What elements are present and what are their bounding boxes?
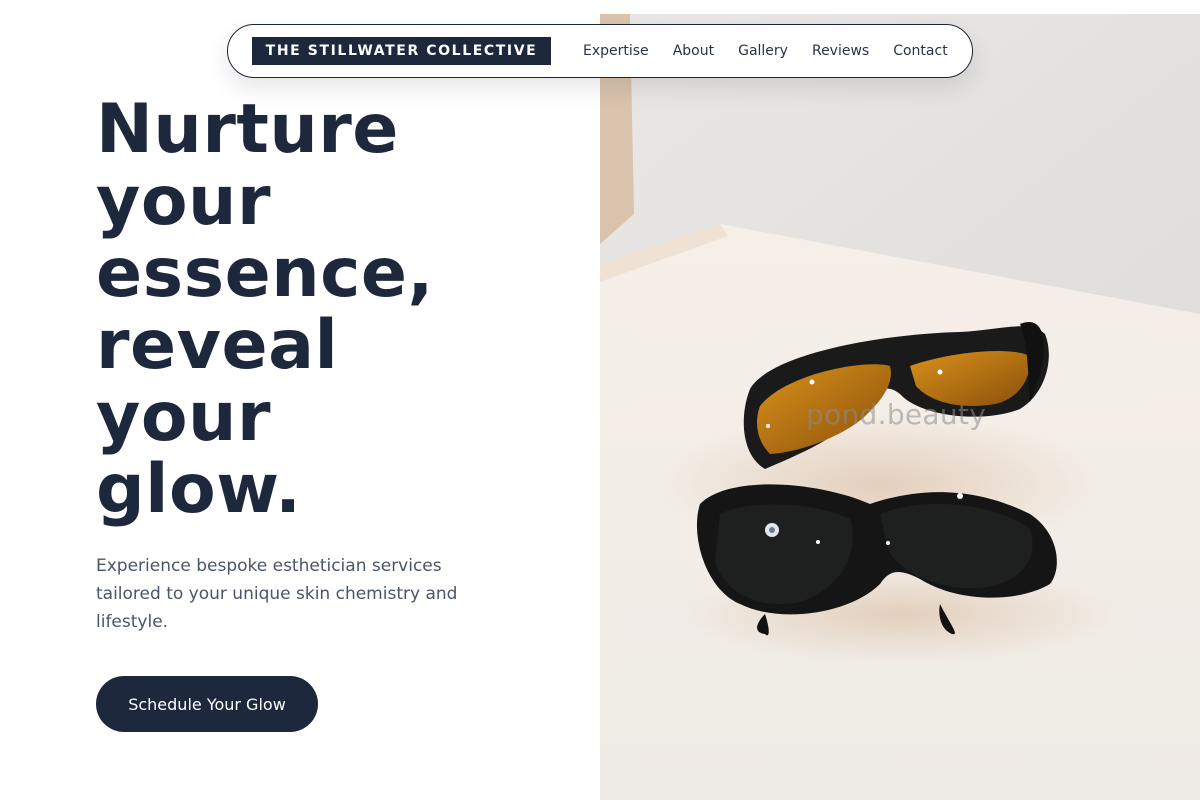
- image-watermark: pond.beauty: [806, 398, 987, 431]
- schedule-button[interactable]: Schedule Your Glow: [96, 676, 318, 732]
- headline-line: your: [96, 378, 271, 457]
- hero-subtext: Experience bespoke esthetician services …: [96, 556, 458, 632]
- brand-logo[interactable]: THE STILLWATER COLLECTIVE: [252, 37, 551, 65]
- nav-link-about[interactable]: About: [673, 43, 714, 59]
- nav-link-contact[interactable]: Contact: [893, 43, 947, 59]
- nav-link-expertise[interactable]: Expertise: [583, 43, 649, 59]
- headline-line: Nurture: [96, 90, 399, 169]
- headline-line: glow.: [96, 450, 302, 529]
- navbar: THE STILLWATER COLLECTIVE Expertise Abou…: [227, 24, 973, 78]
- nav-links: Expertise About Gallery Reviews Contact: [583, 43, 948, 59]
- nav-link-gallery[interactable]: Gallery: [738, 43, 788, 59]
- nav-link-reviews[interactable]: Reviews: [812, 43, 869, 59]
- landing-page: pond.beauty THE STILLWATER COLLECTIVE Ex…: [0, 0, 1200, 800]
- headline-line: your: [96, 162, 271, 241]
- hero-image: pond.beauty: [600, 14, 1200, 800]
- headline-line: essence,: [96, 234, 434, 313]
- headline-line: reveal: [96, 306, 339, 385]
- hero-headline: Nurture your essence, reveal your glow.: [96, 94, 576, 526]
